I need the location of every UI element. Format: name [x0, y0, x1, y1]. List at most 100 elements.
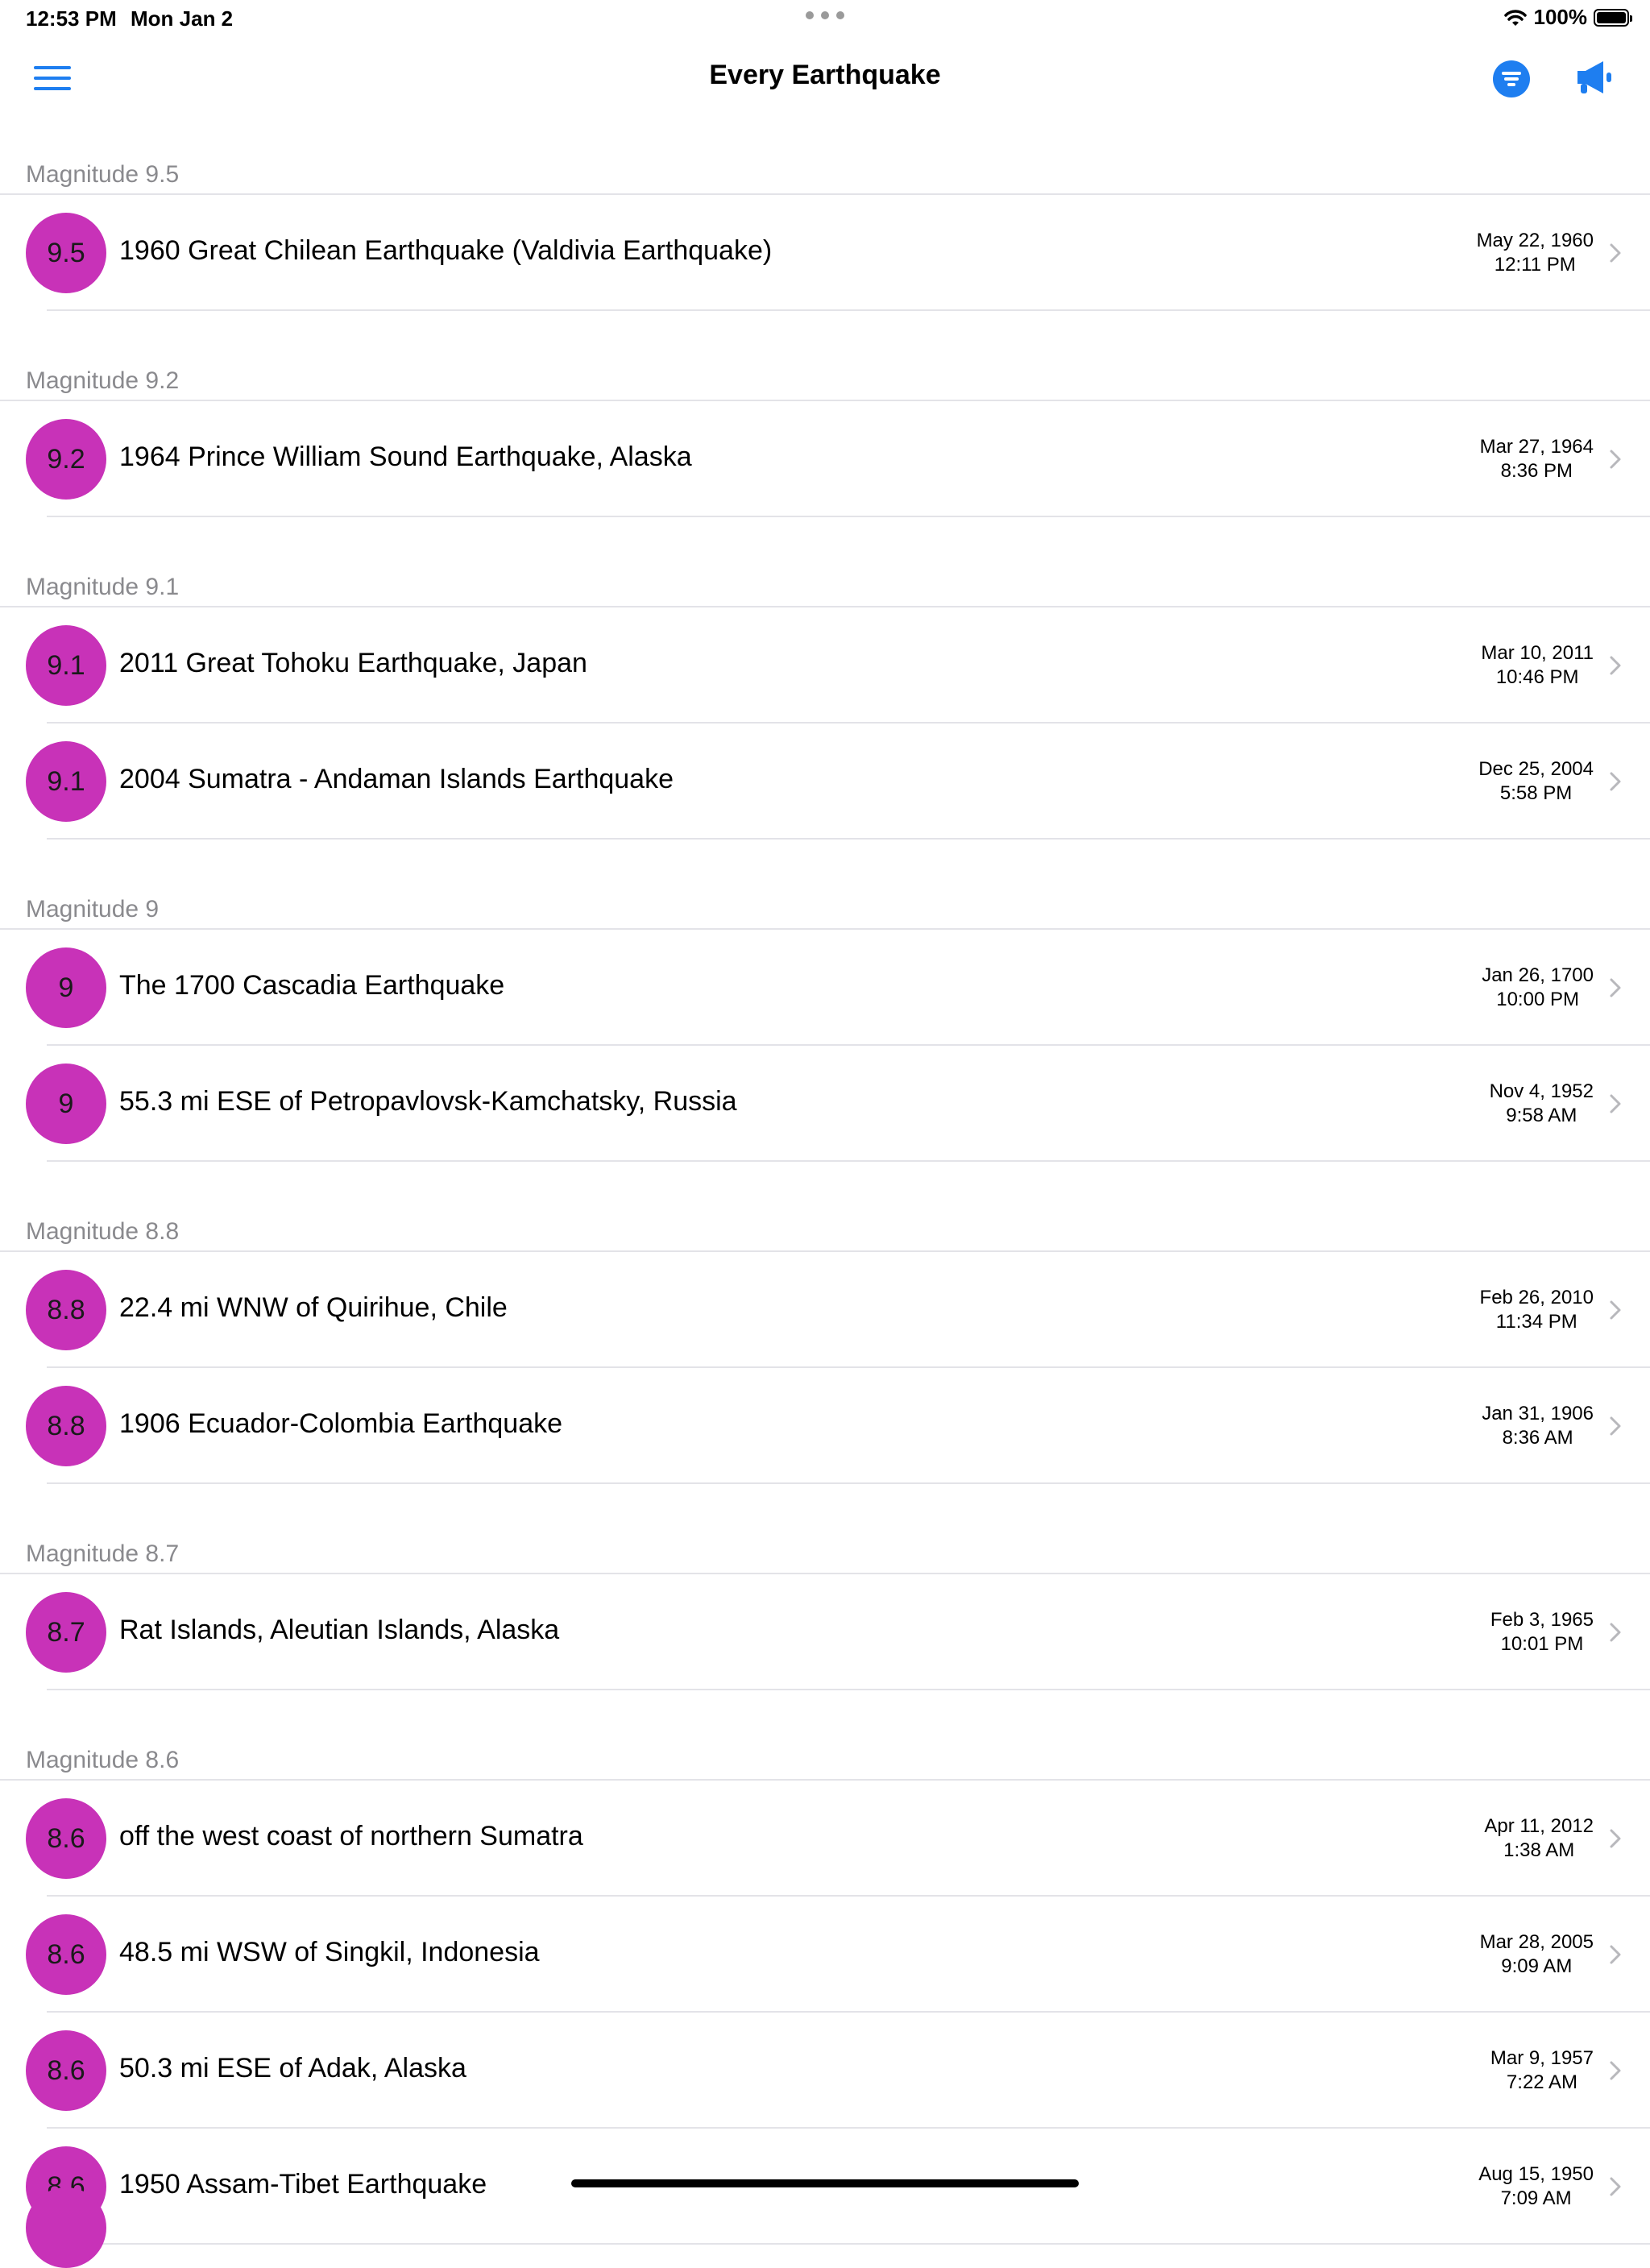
magnitude-badge: 9 — [26, 947, 106, 1028]
chevron-right-icon — [1610, 978, 1621, 997]
earthquake-datetime: Jan 31, 1906 8:36 AM — [1482, 1402, 1594, 1450]
earthquake-date: Nov 4, 1952 — [1489, 1080, 1594, 1102]
earthquake-datetime: Aug 15, 1950 7:09 AM — [1478, 2162, 1594, 2211]
earthquake-title: 55.3 mi ESE of Petropavlovsk-Kamchatsky,… — [119, 1086, 737, 1117]
earthquake-date: May 22, 1960 — [1476, 230, 1594, 251]
chevron-right-icon — [1610, 243, 1621, 263]
magnitude-badge: 8.6 — [26, 1914, 106, 1995]
page-title: Every Earthquake — [709, 60, 941, 90]
earthquake-time: 9:09 AM — [1501, 1955, 1573, 1977]
earthquake-title: 1950 Assam-Tibet Earthquake — [119, 2169, 487, 2200]
earthquake-datetime: Mar 9, 1957 7:22 AM — [1490, 2046, 1594, 2095]
earthquake-row[interactable]: 9.2 1964 Prince William Sound Earthquake,… — [0, 401, 1650, 517]
section-header-label: Magnitude 8.6 — [26, 1747, 180, 1773]
earthquake-title: 1906 Ecuador-Colombia Earthquake — [119, 1408, 563, 1439]
earthquake-datetime: Feb 26, 2010 11:34 PM — [1480, 1286, 1594, 1334]
magnitude-badge: 9.1 — [26, 625, 106, 706]
magnitude-badge: 9.1 — [26, 741, 106, 822]
magnitude-badge: 9.5 — [26, 213, 106, 293]
earthquake-date: Aug 15, 1950 — [1478, 2163, 1594, 2185]
magnitude-badge: 8.8 — [26, 1270, 106, 1350]
earthquake-time: 10:46 PM — [1495, 666, 1579, 688]
earthquake-datetime: Feb 3, 1965 10:01 PM — [1490, 1608, 1594, 1656]
earthquake-date: Mar 10, 2011 — [1481, 642, 1594, 664]
row-separator — [47, 516, 1650, 517]
earthquake-date: Mar 27, 1964 — [1479, 436, 1594, 458]
earthquake-list[interactable]: Magnitude 9.5 9.5 1960 Great Chilean Earth… — [0, 153, 1650, 2245]
earthquake-row[interactable]: 9.1 2011 Great Tohoku Earthquake, Japan Ma… — [0, 607, 1650, 724]
earthquake-datetime: Mar 10, 2011 10:46 PM — [1481, 641, 1594, 690]
earthquake-title: Rat Islands, Aleutian Islands, Alaska — [119, 1615, 560, 1645]
section-header: Magnitude 9.5 — [0, 153, 1650, 195]
chevron-right-icon — [1610, 450, 1621, 469]
earthquake-datetime: Mar 27, 1964 8:36 PM — [1480, 435, 1594, 483]
status-bar: 12:53 PM Mon Jan 2 100% — [0, 0, 1650, 39]
battery-percentage: 100% — [1533, 5, 1588, 29]
earthquake-date: Feb 26, 2010 — [1479, 1287, 1594, 1308]
earthquake-time: 11:34 PM — [1495, 1311, 1577, 1333]
chevron-right-icon — [1610, 1300, 1621, 1320]
status-indicators: 100% — [1503, 5, 1632, 30]
earthquake-title: The 1700 Cascadia Earthquake — [119, 970, 505, 1001]
earthquake-time: 5:58 PM — [1499, 782, 1573, 804]
earthquake-row[interactable]: 8.7 Rat Islands, Aleutian Islands, Alaska… — [0, 1574, 1650, 1690]
chevron-right-icon — [1610, 1094, 1621, 1113]
earthquake-time: 7:09 AM — [1500, 2187, 1572, 2209]
earthquake-date: Feb 3, 1965 — [1490, 1609, 1594, 1631]
battery-icon — [1594, 8, 1632, 27]
earthquake-row[interactable]: 8.6 50.3 mi ESE of Adak, Alaska Mar 9, 195… — [0, 2013, 1650, 2129]
navigation-bar: Every Earthquake — [0, 39, 1650, 119]
earthquake-time: 8:36 PM — [1500, 460, 1573, 482]
earthquake-datetime: Dec 25, 2004 5:58 PM — [1478, 757, 1594, 806]
earthquake-row[interactable]: 8.6 off the west coast of northern Sumatr… — [0, 1781, 1650, 1897]
earthquake-datetime: Nov 4, 1952 9:58 AM — [1490, 1080, 1594, 1128]
magnitude-badge: 8.7 — [26, 1592, 106, 1673]
section-header-label: Magnitude 9.1 — [26, 574, 180, 600]
filter-icon[interactable] — [1493, 60, 1530, 97]
earthquake-row[interactable]: 9.5 1960 Great Chilean Earthquake (Valdiv… — [0, 195, 1650, 311]
earthquake-time: 8:36 AM — [1502, 1427, 1573, 1449]
home-indicator[interactable] — [571, 2179, 1079, 2187]
magnitude-badge — [26, 2187, 106, 2268]
earthquake-datetime: Jan 26, 1700 10:00 PM — [1482, 964, 1594, 1012]
chevron-right-icon — [1610, 772, 1621, 791]
earthquake-row[interactable]: 9 55.3 mi ESE of Petropavlovsk-Kamchatsky… — [0, 1046, 1650, 1162]
earthquake-row[interactable]: 9.1 2004 Sumatra - Andaman Islands Earthq… — [0, 724, 1650, 840]
earthquake-row[interactable]: 8.8 22.4 mi WNW of Quirihue, Chile Feb 26,… — [0, 1252, 1650, 1368]
wifi-icon — [1503, 9, 1527, 26]
earthquake-date: Jan 26, 1700 — [1482, 964, 1594, 986]
earthquake-title: 2011 Great Tohoku Earthquake, Japan — [119, 648, 587, 678]
earthquake-row[interactable]: 8.6 48.5 mi WSW of Singkil, Indonesia Mar … — [0, 1897, 1650, 2013]
section-header-label: Magnitude 9.2 — [26, 367, 180, 394]
magnitude-badge: 8.8 — [26, 1386, 106, 1466]
magnitude-badge: 8.6 — [26, 2030, 106, 2111]
section-header-label: Magnitude 8.7 — [26, 1540, 180, 1567]
section-header: Magnitude 8.8 — [0, 1210, 1650, 1252]
section-header: Magnitude 9.2 — [0, 359, 1650, 401]
chevron-right-icon — [1610, 1416, 1621, 1436]
chevron-right-icon — [1610, 2061, 1621, 2080]
earthquake-datetime: Mar 28, 2005 9:09 AM — [1480, 1930, 1594, 1979]
earthquake-title: 50.3 mi ESE of Adak, Alaska — [119, 2053, 466, 2083]
row-separator — [47, 1482, 1650, 1484]
megaphone-icon[interactable] — [1573, 56, 1615, 98]
earthquake-date: Jan 31, 1906 — [1482, 1403, 1594, 1424]
earthquake-time: 9:58 AM — [1506, 1105, 1577, 1126]
earthquake-row[interactable]: 9 The 1700 Cascadia Earthquake Jan 26, 170… — [0, 930, 1650, 1046]
multitasking-dots-icon[interactable] — [806, 11, 844, 21]
earthquake-date: Mar 28, 2005 — [1479, 1931, 1594, 1953]
row-separator — [47, 309, 1650, 311]
earthquake-title: 2004 Sumatra - Andaman Islands Earthquak… — [119, 764, 674, 794]
row-separator — [47, 1689, 1650, 1690]
earthquake-time: 10:00 PM — [1496, 989, 1579, 1010]
chevron-right-icon — [1610, 1829, 1621, 1848]
section-header: Magnitude 8.6 — [0, 1739, 1650, 1781]
section-header: Magnitude 9.1 — [0, 566, 1650, 607]
section-header-label: Magnitude 9 — [26, 896, 160, 923]
earthquake-datetime: Apr 11, 2012 1:38 AM — [1484, 1814, 1594, 1863]
earthquake-row[interactable]: 8.8 1906 Ecuador-Colombia Earthquake Jan 3… — [0, 1368, 1650, 1484]
